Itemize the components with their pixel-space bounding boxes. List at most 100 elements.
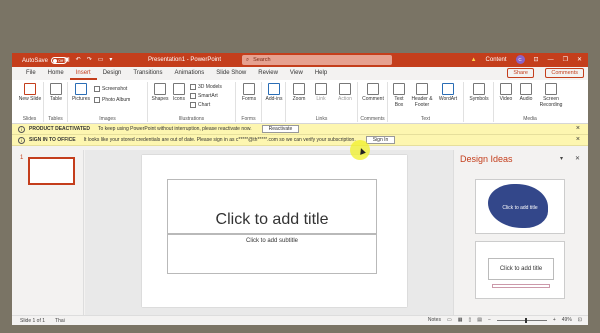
icons-icon — [173, 83, 185, 95]
shapes-button[interactable]: Shapes — [150, 83, 170, 103]
group-label: Forms — [241, 116, 256, 122]
document-title: Presentation1 - PowerPoint — [148, 57, 222, 63]
start-presentation-icon[interactable]: ▭ — [98, 56, 104, 63]
title-placeholder[interactable]: Click to add title — [167, 179, 377, 234]
tab-animations[interactable]: Animations — [169, 67, 211, 80]
zoom-button[interactable]: Zoom — [288, 83, 310, 103]
group-text: Text Box Header & Footer WordArt Text — [388, 82, 464, 122]
close-icon[interactable]: × — [576, 136, 580, 143]
tab-file[interactable]: File — [20, 67, 42, 80]
group-label: Links — [315, 116, 328, 122]
header-footer-icon — [416, 83, 428, 95]
chevron-down-icon[interactable]: ▾ — [560, 155, 563, 162]
search-box[interactable]: ⌕ Search — [242, 55, 392, 65]
symbols-button[interactable]: Symbols — [466, 83, 492, 103]
design-ideas-title: Design Ideas — [460, 154, 513, 164]
warning-icon[interactable]: ▲ — [471, 57, 477, 63]
slide-canvas[interactable]: Click to add title Click to add subtitle — [142, 155, 407, 307]
tab-design[interactable]: Design — [97, 67, 128, 80]
close-icon[interactable]: ✕ — [577, 56, 582, 63]
smartart-button[interactable]: SmartArt — [190, 93, 218, 99]
slide-sorter-icon[interactable]: ▦ — [458, 317, 463, 323]
tab-help[interactable]: Help — [309, 67, 333, 80]
quick-access-toolbar: ▣ ↶ ↷ ▭ ▾ — [64, 56, 112, 63]
language-indicator[interactable]: Thai — [55, 318, 65, 324]
pictures-icon — [75, 83, 87, 95]
addins-button[interactable]: Add-ins — [264, 83, 284, 103]
symbols-icon — [473, 83, 485, 95]
new-slide-button[interactable]: New Slide — [18, 83, 42, 103]
normal-view-icon[interactable]: ▭ — [447, 317, 452, 323]
redo-icon[interactable]: ↷ — [87, 56, 92, 63]
group-label: Media — [523, 116, 537, 122]
group-addins: Add-ins — [262, 82, 286, 122]
subtitle-placeholder[interactable]: Click to add subtitle — [167, 234, 377, 274]
reactivate-button[interactable]: Reactivate — [261, 125, 300, 133]
search-input[interactable]: Search — [253, 57, 270, 63]
ribbon-display-icon[interactable]: ⊡ — [534, 56, 539, 63]
wordart-button[interactable]: WordArt — [436, 83, 460, 103]
group-tables: Table Tables — [44, 82, 68, 122]
ribbon: New Slide Slides Table Tables Pictures S… — [12, 80, 588, 124]
undo-icon[interactable]: ↶ — [76, 56, 81, 63]
tab-insert[interactable]: Insert — [69, 67, 97, 80]
slide-thumbnail[interactable] — [28, 157, 75, 185]
tab-view[interactable]: View — [284, 67, 309, 80]
icons-button[interactable]: Icons — [170, 83, 188, 103]
tab-home[interactable]: Home — [42, 67, 70, 80]
ribbon-tabs: File Home Insert Design Transitions Anim… — [12, 67, 588, 80]
shapes-icon — [154, 83, 166, 95]
zoom-level[interactable]: 49% — [562, 317, 572, 323]
new-slide-icon — [24, 83, 36, 95]
zoom-in-icon[interactable]: + — [553, 317, 556, 323]
tab-slide-show[interactable]: Slide Show — [210, 67, 252, 80]
save-icon[interactable]: ▣ — [64, 56, 70, 63]
customize-qat-icon[interactable]: ▾ — [109, 56, 112, 63]
slideshow-icon[interactable]: ▤ — [477, 317, 482, 323]
group-label: Tables — [48, 116, 63, 122]
info-icon: i — [18, 136, 25, 144]
sign-in-button[interactable]: Sign In — [365, 136, 396, 144]
pictures-button[interactable]: Pictures — [70, 83, 92, 103]
video-button[interactable]: Video — [496, 83, 516, 103]
comment-button[interactable]: Comment — [360, 83, 386, 103]
title-bar: AutoSave Off ▣ ↶ ↷ ▭ ▾ Presentation1 - P… — [12, 53, 588, 67]
autosave-control[interactable]: AutoSave Off — [22, 57, 68, 64]
close-icon[interactable]: × — [576, 125, 580, 132]
minimize-icon[interactable]: — — [548, 57, 554, 63]
header-footer-button[interactable]: Header & Footer — [409, 83, 435, 108]
screen-recording-button[interactable]: Screen Recording — [537, 83, 565, 108]
slide-thumbnails-pane: 1 — [12, 150, 84, 315]
group-label: Illustrations — [178, 116, 205, 122]
action-button[interactable]: Action — [334, 83, 356, 103]
group-media: Video Audio Screen Recording Media — [494, 82, 566, 122]
notes-button[interactable]: Notes — [428, 317, 441, 323]
audio-button[interactable]: Audio — [516, 83, 536, 103]
3d-models-button[interactable]: 3D Models — [190, 84, 222, 90]
screen-recording-icon — [545, 83, 557, 95]
deactivated-title: PRODUCT DEACTIVATED — [29, 126, 90, 132]
design-idea-card[interactable]: Click to add title — [475, 179, 565, 234]
link-button[interactable]: Link — [311, 83, 331, 103]
chart-button[interactable]: Chart — [190, 102, 210, 108]
fit-slide-icon[interactable]: ⊡ — [578, 317, 582, 323]
close-icon[interactable]: ✕ — [575, 155, 580, 162]
avatar[interactable]: C — [515, 55, 525, 64]
share-button[interactable]: Share — [507, 68, 534, 78]
forms-button[interactable]: Forms — [239, 83, 259, 103]
tab-transitions[interactable]: Transitions — [127, 67, 168, 80]
zoom-icon — [293, 83, 305, 95]
account-name[interactable]: Content — [486, 57, 507, 63]
reading-view-icon[interactable]: ▯ — [468, 317, 471, 323]
design-idea-card[interactable]: Click to add title — [475, 241, 565, 299]
photo-album-button[interactable]: Photo Album — [94, 97, 130, 103]
text-box-button[interactable]: Text Box — [390, 83, 408, 108]
chart-icon — [190, 102, 196, 108]
restore-icon[interactable]: ❐ — [563, 56, 568, 63]
table-button[interactable]: Table — [46, 83, 66, 103]
screenshot-button[interactable]: Screenshot — [94, 86, 127, 92]
zoom-out-icon[interactable]: − — [488, 317, 491, 323]
zoom-slider[interactable] — [496, 317, 547, 323]
tab-review[interactable]: Review — [252, 67, 284, 80]
comments-button[interactable]: Comments — [545, 68, 584, 78]
